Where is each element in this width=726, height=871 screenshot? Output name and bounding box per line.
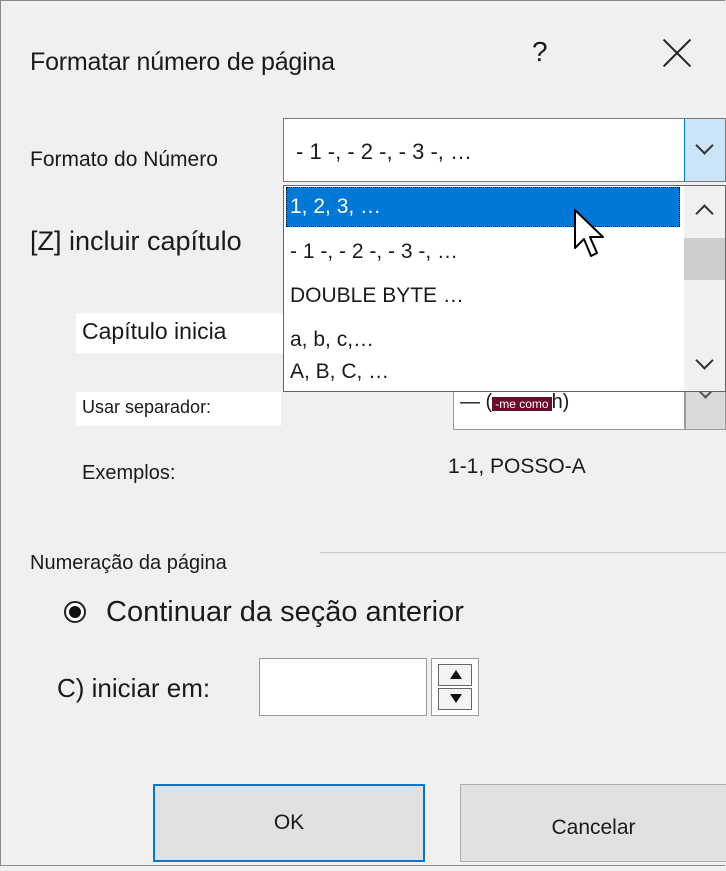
scroll-down-icon[interactable] [695,351,714,370]
examples-label: Exemplos: [82,462,176,484]
dropdown-option[interactable]: 1, 2, 3, … [290,187,381,227]
start-at-input[interactable] [259,658,427,716]
arrow-down-icon [450,694,462,703]
separator-label: Usar separador: [82,397,212,417]
dropdown-option[interactable]: A, B, C, … [290,352,389,392]
number-format-combobox[interactable]: - 1 -, - 2 -, - 3 -, … [283,118,726,182]
increment-button[interactable] [438,664,472,686]
dialog-title: Formatar número de página [30,48,335,76]
dropdown-option[interactable]: DOUBLE BYTE … [290,276,464,316]
separator-value: — (-me como h) [460,391,569,414]
help-button[interactable]: ? [532,36,548,68]
cancel-button[interactable]: Cancelar [460,784,726,862]
dropdown-scrollbar[interactable] [684,186,725,391]
examples-value: 1-1, POSSO-A [448,455,586,478]
scrollbar-thumb[interactable] [684,238,725,280]
ok-button[interactable]: OK [153,784,425,862]
separator-value-suffix: h) [551,391,570,413]
arrow-up-icon [450,670,462,679]
number-format-dropdown-list[interactable]: 1, 2, 3, … - 1 -, - 2 -, - 3 -, … DOUBLE… [283,185,726,392]
separator-value-prefix: — ( [460,391,493,413]
chapter-starts-label: Capítulo inicia [82,318,227,344]
start-at-stepper[interactable] [431,658,479,716]
separator-badge: -me como [492,397,552,411]
number-format-value: - 1 -, - 2 -, - 3 -, … [296,139,473,164]
mouse-pointer-icon [574,209,604,257]
page-numbering-group-label: Numeração da página [30,552,227,574]
continue-label[interactable]: Continuar da seção anterior [106,596,464,629]
decrement-button[interactable] [438,688,472,710]
chevron-down-icon [695,136,714,155]
number-format-label: Formato do Número [30,148,218,171]
close-icon[interactable] [660,36,694,70]
include-chapter-checkbox[interactable]: [Z] incluir capítulo [30,226,242,257]
group-divider [320,552,726,553]
scroll-up-icon[interactable] [695,204,714,223]
dropdown-option[interactable]: - 1 -, - 2 -, - 3 -, … [290,232,458,272]
start-at-label[interactable]: C) iniciar em: [57,673,210,704]
number-format-dropdown-button[interactable] [684,119,725,181]
continue-radio[interactable] [64,601,86,623]
